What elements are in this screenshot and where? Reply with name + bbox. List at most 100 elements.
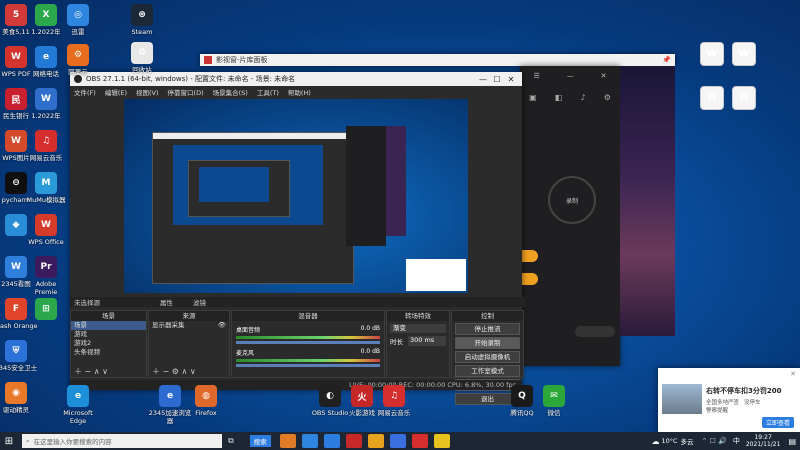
duration-input[interactable]: 300 ms (408, 336, 446, 346)
obs-menu-2[interactable]: 视图(V) (136, 87, 159, 97)
weather-desc: 多云 (680, 438, 694, 446)
desktop-icon-col4-0[interactable]: ⊛ Steam (120, 4, 164, 36)
desktop-icon-col3-0[interactable]: ◎ 迅雷 (56, 4, 100, 36)
obs-menu-3[interactable]: 停靠窗口(D) (168, 87, 204, 97)
search-button[interactable]: 搜索 (249, 435, 271, 447)
ime-indicator[interactable]: 中 (733, 436, 740, 446)
taskbar-app-icon[interactable] (301, 434, 318, 448)
recorder-start-button[interactable] (575, 326, 615, 337)
desktop-icon-col2-1-icon: e (35, 46, 57, 68)
desktop-icon-col2-7[interactable]: ⊞ (24, 298, 68, 322)
taskbar-app-icon[interactable] (411, 434, 428, 448)
ad-title: 右转不停车扣3分罚200 (706, 387, 782, 395)
eye-icon[interactable]: 👁 (218, 321, 226, 330)
notification-icon[interactable]: ▤ (788, 437, 796, 446)
back-window[interactable]: 影视窗-片库面板 📌 (200, 54, 675, 66)
weather-icon[interactable]: ☁ (651, 437, 659, 446)
orange-pill-1[interactable] (520, 250, 538, 262)
pin-icon[interactable]: 📌 (662, 56, 671, 64)
start-button[interactable]: ⊞ (0, 436, 18, 447)
scenes-header: 场景 (71, 311, 146, 321)
obs-menu-1[interactable]: 编辑(E) (105, 87, 127, 97)
scene-item[interactable]: 游戏 (71, 330, 146, 339)
control-button-3[interactable]: 工作室模式 (455, 365, 520, 377)
no-source-bar: 未选择源 属性 滤镜 (70, 297, 526, 307)
maximize-button[interactable]: ☐ (490, 75, 504, 84)
desktop-icon-bottom-0[interactable]: e Microsoft Edge (56, 385, 100, 425)
desktop-icon-col4-1[interactable]: ♻ 回收站 (120, 42, 164, 74)
taskbar-app-icon[interactable] (345, 434, 362, 448)
taskbar-app-icon[interactable] (279, 434, 296, 448)
taskbar-app-icon[interactable] (433, 434, 450, 448)
nested-wallpaper (386, 126, 406, 236)
desktop-icon-right-3[interactable]: W (722, 86, 766, 112)
desktop-icon-col2-0-icon: X (35, 4, 57, 26)
desktop-icon-bottom-4-icon: 火 (351, 385, 373, 407)
bell-icon[interactable]: ♪ (580, 93, 585, 102)
desktop-icon-bottom-5[interactable]: ♫ 网易云音乐 (372, 385, 416, 417)
scene-item[interactable]: 头条视频 (71, 348, 146, 357)
obs-menu-0[interactable]: 文件(F) (74, 87, 96, 97)
desktop-icon-col2-5[interactable]: W WPS Office (24, 214, 68, 246)
taskbar-app-icon[interactable] (389, 434, 406, 448)
obs-window[interactable]: OBS 27.1.1 (64-bit, windows) - 配置文件: 未命名… (70, 72, 526, 405)
desktop-icon-bottom-7[interactable]: ✉ 微信 (532, 385, 576, 417)
taskbar-app-icon[interactable] (323, 434, 340, 448)
nested-obs-window (152, 132, 354, 284)
desktop-icon-left-7-label: Flash Orange (0, 322, 38, 330)
recorder-app-window[interactable]: ☰ — ✕ ▣ ◧ ♪ ⚙ 录制 (520, 66, 620, 366)
source-name: 显示器采集 (152, 321, 185, 329)
weather-temp: 10°C (661, 437, 678, 445)
task-view-icon[interactable]: ⧉ (228, 436, 234, 446)
sources-header: 来源 (149, 311, 229, 321)
ad-button[interactable]: 立即查看 (761, 417, 794, 428)
volume-slider[interactable] (236, 364, 380, 367)
desktop-icon-col2-2[interactable]: W 1.2022年 (24, 88, 68, 120)
tray-icons[interactable]: ⌃ ☐ 🔊 (702, 437, 727, 445)
source-item[interactable]: 显示器采集 👁 (149, 321, 229, 330)
desktop-icon-col2-6[interactable]: Pr Adobe Premie (24, 256, 68, 296)
nested-ad (406, 259, 466, 291)
desktop-icon-left-8[interactable]: ⛨ 2345安全卫士 (0, 340, 38, 372)
close-icon[interactable]: ✕ (601, 72, 607, 80)
desktop-icon-col2-4[interactable]: M MuMu模拟器 (24, 172, 68, 204)
obs-statusbar: LIVE: 00:00:00 REC: 00:00:00 CPU: 6.8%, … (70, 380, 522, 390)
clock[interactable]: 19:27 2021/11/21 (746, 434, 781, 448)
scene-item[interactable]: 游戏2 (71, 339, 146, 348)
filters-button[interactable]: 滤镜 (193, 297, 206, 307)
control-button-0[interactable]: 停止推流 (455, 323, 520, 335)
minimize-icon[interactable]: — (567, 72, 574, 80)
ad-popup[interactable]: 右转不停车扣3分罚200 全国多地严查 没停车 警察提醒 立即查看 ✕ (658, 368, 800, 432)
properties-button[interactable]: 属性 (160, 297, 173, 307)
ad-close-icon[interactable]: ✕ (790, 370, 796, 378)
minimize-button[interactable]: — (476, 75, 490, 84)
scene-item[interactable]: 场景 (71, 321, 146, 330)
transitions-panel: 转场特效 渐变 时长 300 ms (386, 310, 450, 378)
settings-icon[interactable]: ⚙ (604, 93, 611, 102)
transition-select[interactable]: 渐变 (390, 324, 446, 333)
search-icon: ⌕ (26, 436, 30, 445)
menu-icon[interactable]: ☰ (533, 72, 539, 80)
desktop-icon-bottom-2-label: Firefox (195, 409, 217, 417)
camera-icon[interactable]: ◧ (555, 93, 563, 102)
obs-menu-5[interactable]: 工具(T) (257, 87, 279, 97)
desktop-icon-right-1[interactable]: W (722, 42, 766, 68)
record-icon[interactable]: ▣ (529, 93, 537, 102)
record-circle[interactable]: 录制 (548, 176, 596, 224)
volume-slider[interactable] (236, 341, 380, 344)
back-window-title: 影视窗-片库面板 (216, 56, 268, 64)
desktop-icon-col2-3[interactable]: ♫ 网易云音乐 (24, 130, 68, 162)
desktop-icon-col3-1[interactable]: ⚙ 阿里云 (56, 44, 100, 76)
taskbar-app-icon[interactable] (367, 434, 384, 448)
control-button-2[interactable]: 启动虚拟摄像机 (455, 351, 520, 363)
obs-menu-4[interactable]: 场景集合(S) (213, 87, 248, 97)
close-button[interactable]: ✕ (504, 75, 518, 84)
sources-panel: 来源 显示器采集 👁 ＋ − ⚙ ∧ ∨ (148, 310, 230, 378)
search-box[interactable]: ⌕ 在这里输入你要搜索的内容 (22, 434, 222, 448)
desktop-icon-bottom-2[interactable]: ◍ Firefox (184, 385, 228, 417)
control-button-1[interactable]: 开始录制 (455, 337, 520, 349)
desktop-icon-left-9[interactable]: ◉ 驱动精灵 (0, 382, 38, 414)
obs-menu-6[interactable]: 帮助(H) (288, 87, 311, 97)
orange-pill-2[interactable] (520, 273, 538, 285)
desktop-icon-bottom-7-icon: ✉ (543, 385, 565, 407)
